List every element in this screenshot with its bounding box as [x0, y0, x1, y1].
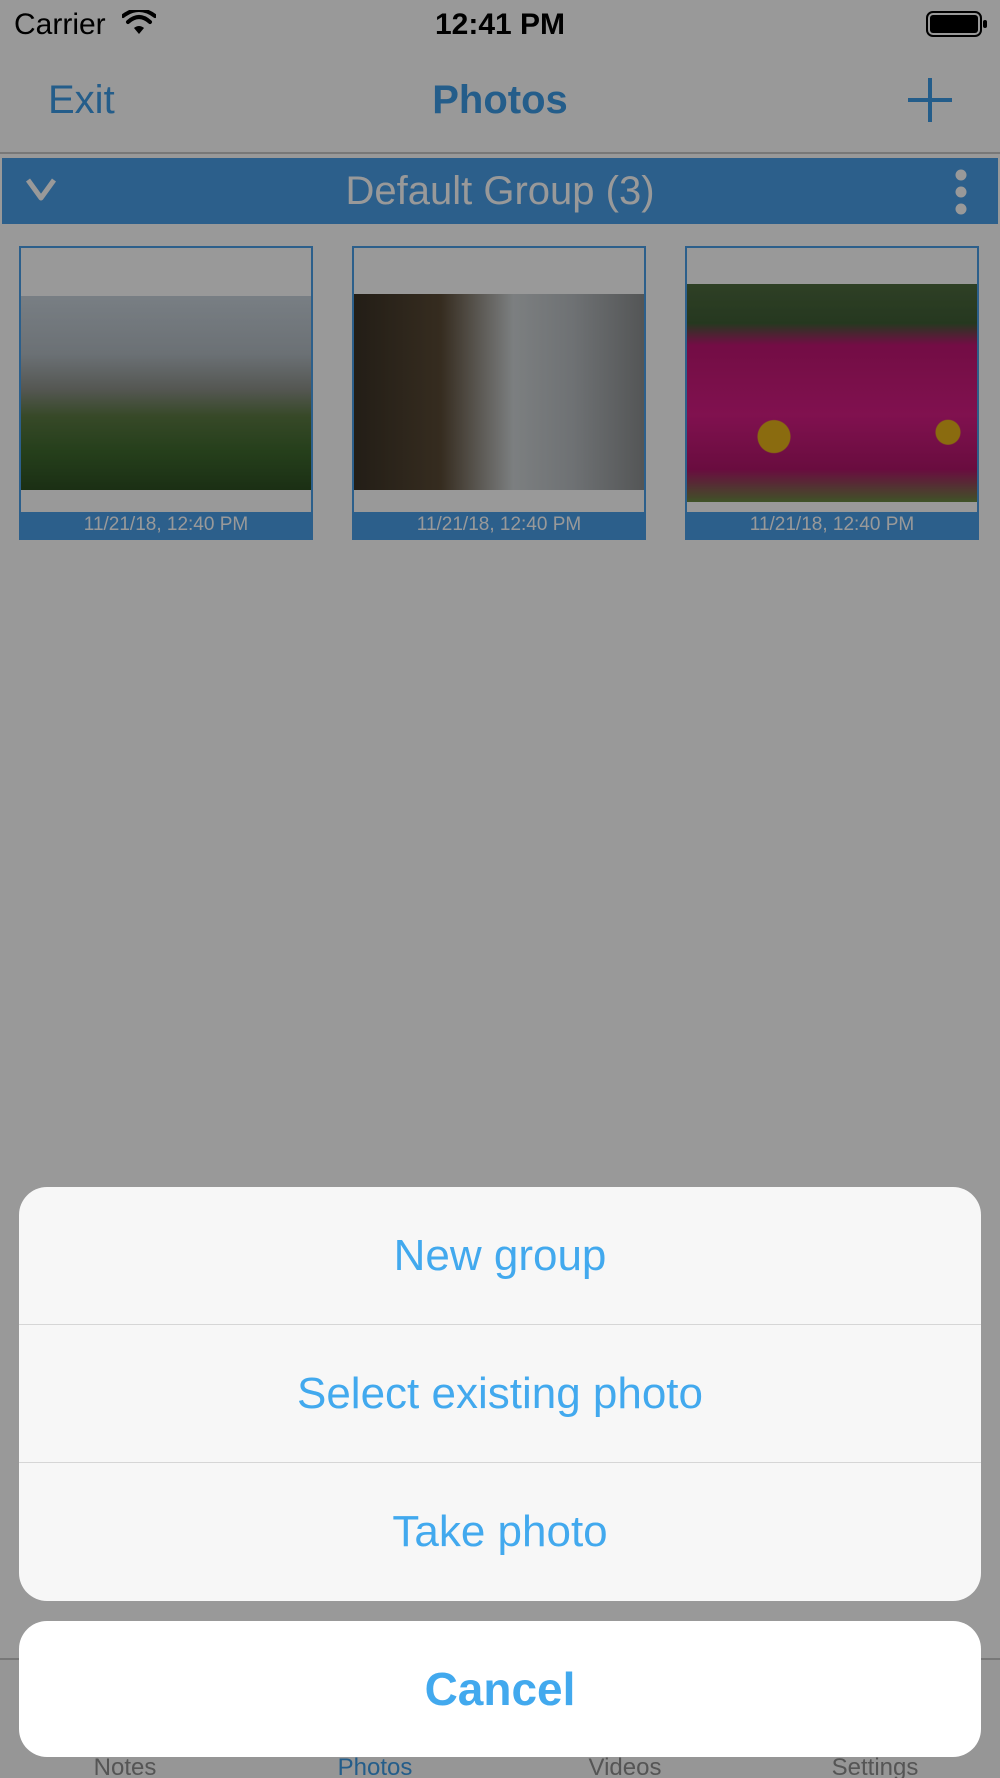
cancel-button[interactable]: Cancel: [19, 1621, 981, 1757]
new-group-button[interactable]: New group: [19, 1187, 981, 1325]
take-photo-button[interactable]: Take photo: [19, 1463, 981, 1601]
select-existing-photo-button[interactable]: Select existing photo: [19, 1325, 981, 1463]
action-sheet: New group Select existing photo Take pho…: [19, 1187, 981, 1601]
